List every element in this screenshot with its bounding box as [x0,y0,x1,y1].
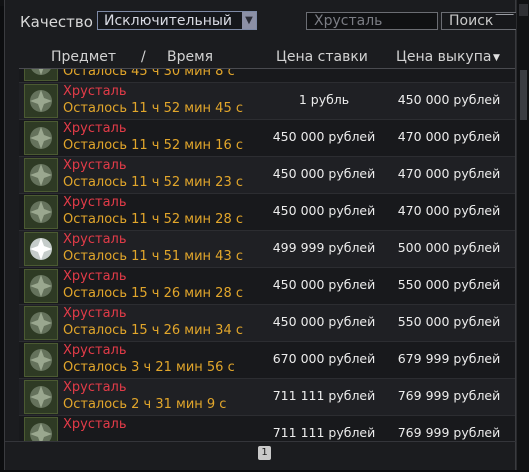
table-row[interactable]: Хрусталь Осталось 15 ч 26 мин 34 с 450 000… [19,305,515,342]
item-name: Хрусталь [63,306,127,321]
table-row[interactable]: Хрусталь Осталось 11 ч 52 мин 28 с 450 000… [19,194,515,231]
crystal-item-icon [24,417,58,441]
item-name: Хрусталь [63,195,127,210]
search-input[interactable]: Хрусталь [306,12,438,30]
time-left: Осталось 2 ч 31 мин 9 с [63,397,227,412]
buyout-price: 470 000 рублей [397,166,501,181]
table-header: Предмет / Время Цена ставки Цена выкупа … [19,46,515,69]
auction-panel: Качество Исключительный ▼ Хрусталь Поиск… [4,0,519,470]
bid-price: 450 000 рублей [272,277,376,292]
table-row[interactable]: Хрусталь 711 111 рублей 769 999 рублей [19,416,515,441]
item-name: Хрусталь [63,121,127,136]
crystal-item-icon [24,232,58,266]
time-left: Осталось 11 ч 52 мин 28 с [63,212,243,227]
buyout-price: 769 999 рублей [397,425,501,440]
crystal-item-icon [24,158,58,192]
header-slash: / [141,49,146,65]
time-left: Осталось 11 ч 52 мин 23 с [63,175,243,190]
item-name: Хрусталь [63,417,127,432]
header-buyout-price[interactable]: Цена выкупа [396,49,491,65]
list-bottom-divider [5,441,519,442]
quality-label: Качество [20,13,93,31]
item-name: Хрусталь [63,232,127,247]
lots-list: Осталось 45 ч 30 мин 8 с Хрусталь Осталось… [19,69,515,441]
bid-price: 711 111 рублей [272,388,376,403]
crystal-item-icon [24,121,58,155]
item-name: Хрусталь [63,380,127,395]
table-row[interactable]: Хрусталь Осталось 11 ч 52 мин 45 с 1 рубль… [19,83,515,120]
chevron-down-icon[interactable]: ▼ [242,12,256,29]
table-row[interactable]: Хрусталь Осталось 11 ч 51 мин 43 с 499 999… [19,231,515,268]
bid-price: 1 рубль [298,92,350,107]
bid-price: 499 999 рублей [272,240,376,255]
crystal-item-icon [24,195,58,229]
time-left: Осталось 11 ч 51 мин 43 с [63,249,243,264]
bid-price: 450 000 рублей [272,129,376,144]
table-row[interactable]: Хрусталь Осталось 11 ч 52 мин 16 с 450 000… [19,120,515,157]
bid-price: 450 000 рублей [272,314,376,329]
bid-price: 711 111 рублей [272,425,376,440]
crystal-item-icon [24,69,58,81]
buyout-price: 769 999 рублей [397,388,501,403]
bid-price: 450 000 рублей [272,203,376,218]
time-left: Осталось 11 ч 52 мин 45 с [63,101,243,116]
buyout-price: 679 999 рублей [397,351,501,366]
buyout-price: 550 000 рублей [397,314,501,329]
time-left: Осталось 15 ч 26 мин 34 с [63,323,243,338]
time-left: Осталось 3 ч 21 мин 56 с [63,360,235,375]
item-name: Хрусталь [63,158,127,173]
search-button[interactable]: Поиск [441,12,517,30]
table-row[interactable]: Осталось 45 ч 30 мин 8 с [19,69,515,83]
scroll-up-button[interactable] [519,4,528,16]
crystal-item-icon [24,306,58,340]
table-row[interactable]: Хрусталь Осталось 15 ч 26 мин 28 с 450 000… [19,268,515,305]
table-row[interactable]: Хрусталь Осталось 11 ч 52 мин 23 с 450 000… [19,157,515,194]
time-left: Осталось 45 ч 30 мин 8 с [63,69,235,79]
item-name: Хрусталь [63,84,127,99]
crystal-item-icon [24,380,58,414]
header-bid-price[interactable]: Цена ставки [276,49,368,65]
header-item[interactable]: Предмет [51,49,116,65]
crystal-item-icon [24,84,58,118]
buyout-price: 500 000 рублей [397,240,501,255]
table-row[interactable]: Хрусталь Осталось 3 ч 21 мин 56 с 670 000 … [19,342,515,379]
bid-price: 670 000 рублей [272,351,376,366]
buyout-price: 470 000 рублей [397,129,501,144]
item-name: Хрусталь [63,269,127,284]
quality-value: Исключительный [104,13,233,29]
buyout-price: 450 000 рублей [397,92,501,107]
quality-dropdown[interactable]: Исключительный ▼ [97,11,257,30]
time-left: Осталось 15 ч 26 мин 28 с [63,286,243,301]
crystal-item-icon [24,269,58,303]
bid-price: 450 000 рублей [272,166,376,181]
header-time[interactable]: Время [167,49,213,65]
page-number-button[interactable]: 1 [258,446,271,460]
crystal-item-icon [24,343,58,377]
buyout-price: 470 000 рублей [397,203,501,218]
scroll-thumb[interactable] [520,70,527,120]
item-name: Хрусталь [63,343,127,358]
buyout-price: 550 000 рублей [397,277,501,292]
scrollbar[interactable] [516,0,529,470]
sort-desc-icon[interactable]: ▼ [493,53,500,63]
filter-row: Качество Исключительный ▼ Хрусталь Поиск [5,8,519,38]
table-row[interactable]: Хрусталь Осталось 2 ч 31 мин 9 с 711 111 р… [19,379,515,416]
time-left: Осталось 11 ч 52 мин 16 с [63,138,243,153]
